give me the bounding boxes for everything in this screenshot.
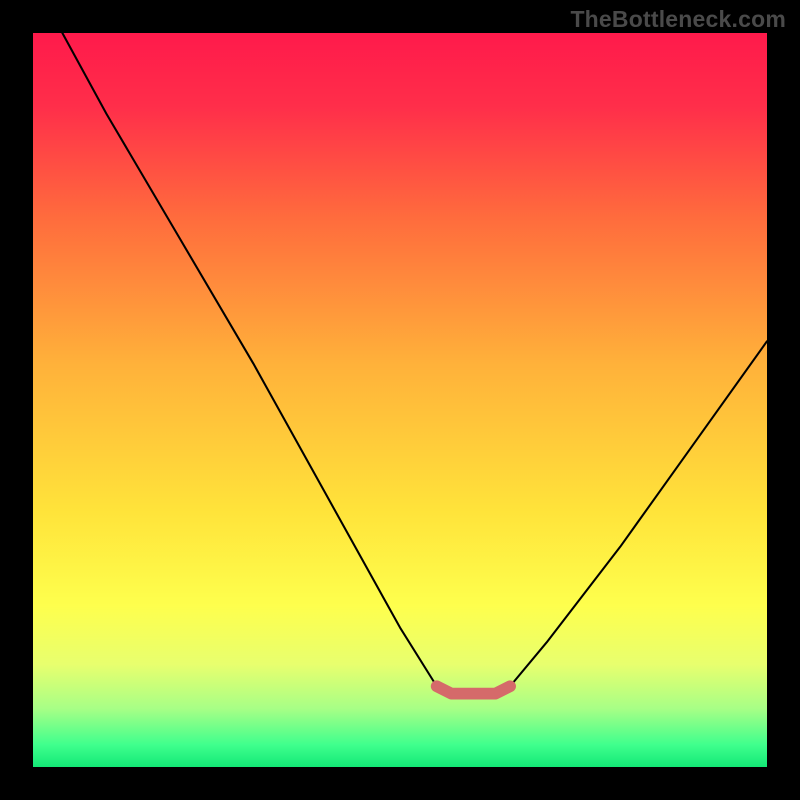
curve-layer bbox=[33, 33, 767, 767]
bottleneck-curve bbox=[62, 33, 767, 694]
optimal-zone-marker bbox=[437, 686, 510, 693]
plot-area bbox=[33, 33, 767, 767]
chart-frame: TheBottleneck.com bbox=[0, 0, 800, 800]
watermark-label: TheBottleneck.com bbox=[570, 6, 786, 33]
